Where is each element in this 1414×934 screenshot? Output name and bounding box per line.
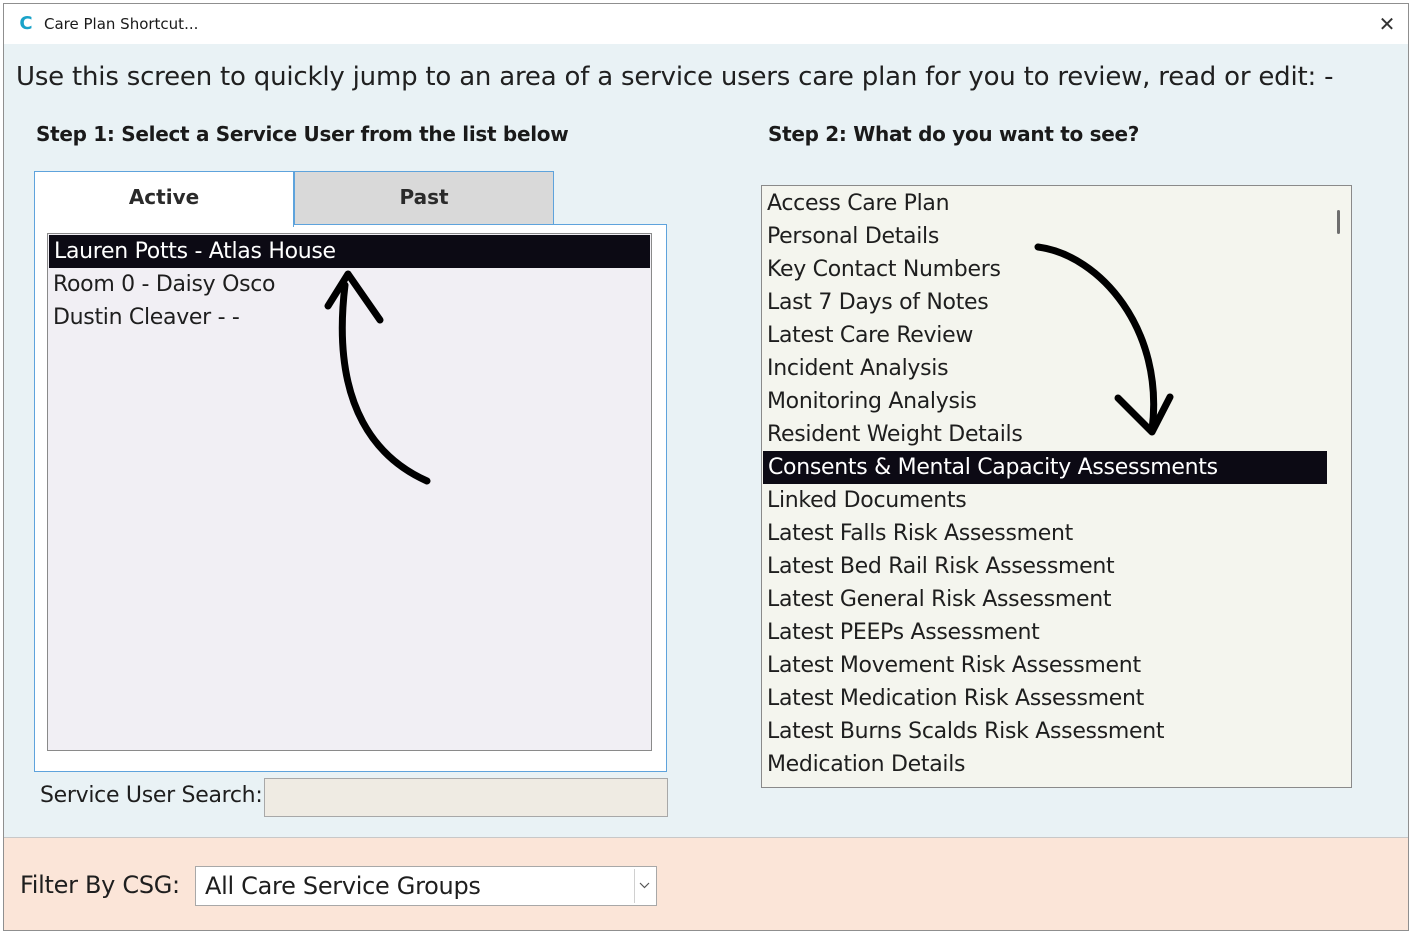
care-plan-area-item[interactable]: Incident Analysis <box>762 352 1328 385</box>
service-user-item[interactable]: Dustin Cleaver - - <box>48 301 651 334</box>
care-plan-area-item[interactable]: Personal Details <box>762 220 1328 253</box>
dropdown-button[interactable] <box>634 869 654 903</box>
care-plan-area-list[interactable]: Access Care Plan Personal Details Key Cont… <box>761 185 1352 788</box>
service-user-search-label: Service User Search: <box>40 783 263 808</box>
care-plan-area-item[interactable]: Monitoring Analysis <box>762 385 1328 418</box>
care-plan-area-item[interactable]: Consents & Mental Capacity Assessments <box>763 451 1328 484</box>
care-plan-area-item[interactable]: Latest General Risk Assessment <box>762 583 1328 616</box>
care-plan-area-item[interactable]: Latest Falls Risk Assessment <box>762 517 1328 550</box>
care-plan-area-item[interactable]: Latest Burns Scalds Risk Assessment <box>762 715 1328 748</box>
care-plan-shortcut-window: C Care Plan Shortcut... ✕ Use this scree… <box>3 3 1409 931</box>
care-plan-area-item[interactable]: Resident Weight Details <box>762 418 1328 451</box>
service-user-item[interactable]: Room 0 - Daisy Osco <box>48 268 651 301</box>
csg-dropdown[interactable]: All Care Service Groups <box>195 866 657 906</box>
title-bar: C Care Plan Shortcut... ✕ <box>4 4 1408 44</box>
care-plan-area-item[interactable]: Medication Details <box>762 748 1328 781</box>
care-plan-area-items: Access Care Plan Personal Details Key Cont… <box>762 187 1328 781</box>
close-button[interactable]: ✕ <box>1372 10 1402 38</box>
service-user-item[interactable]: Lauren Potts - Atlas House <box>49 235 650 268</box>
window-title: Care Plan Shortcut... <box>44 15 199 33</box>
main-content: Use this screen to quickly jump to an ar… <box>4 44 1408 837</box>
care-plan-area-item[interactable]: Latest Care Review <box>762 319 1328 352</box>
care-plan-area-item[interactable]: Linked Documents <box>762 484 1328 517</box>
service-user-list[interactable]: Lauren Potts - Atlas House Room 0 - Daisy… <box>47 233 652 751</box>
tab-past[interactable]: Past <box>294 171 554 225</box>
intro-text: Use this screen to quickly jump to an ar… <box>16 62 1334 92</box>
filter-by-csg-label: Filter By CSG: <box>20 871 180 899</box>
care-plan-area-item[interactable]: Access Care Plan <box>762 187 1328 220</box>
csg-filter-bar: Filter By CSG: All Care Service Groups <box>4 837 1408 930</box>
chevron-down-icon <box>639 882 650 889</box>
care-plan-area-item[interactable]: Latest Movement Risk Assessment <box>762 649 1328 682</box>
care-plan-area-item[interactable]: Latest Bed Rail Risk Assessment <box>762 550 1328 583</box>
care-plan-area-item[interactable]: Latest Medication Risk Assessment <box>762 682 1328 715</box>
step2-title: Step 2: What do you want to see? <box>768 122 1140 146</box>
scrollbar-thumb[interactable] <box>1337 210 1340 234</box>
list-scrollbar[interactable] <box>1327 186 1351 787</box>
active-tab-panel: Lauren Potts - Atlas House Room 0 - Daisy… <box>34 224 667 772</box>
care-plan-area-item[interactable]: Last 7 Days of Notes <box>762 286 1328 319</box>
service-user-search-input[interactable] <box>264 778 668 817</box>
step1-title: Step 1: Select a Service User from the l… <box>36 122 569 146</box>
csg-selected-value: All Care Service Groups <box>205 872 481 900</box>
care-plan-area-item[interactable]: Key Contact Numbers <box>762 253 1328 286</box>
care-app-icon: C <box>19 13 33 34</box>
close-icon: ✕ <box>1378 12 1396 36</box>
tab-active[interactable]: Active <box>34 171 294 227</box>
care-plan-area-item[interactable]: Latest PEEPs Assessment <box>762 616 1328 649</box>
